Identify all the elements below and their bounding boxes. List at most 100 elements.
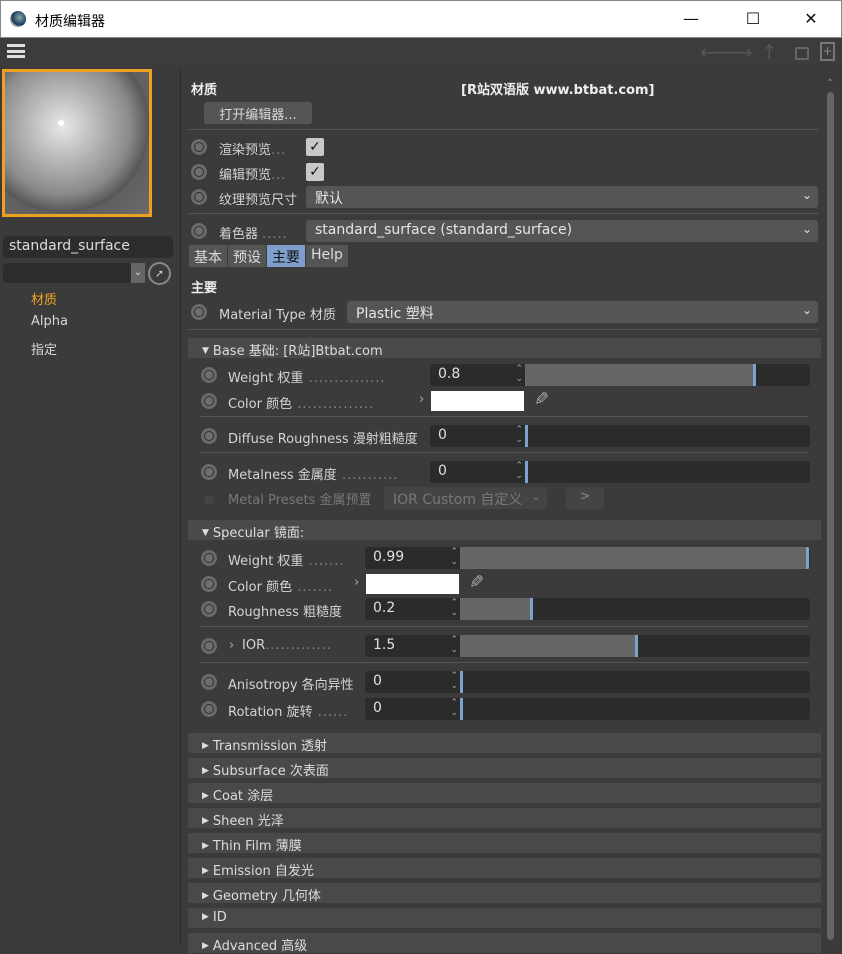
forward-arrow-icon[interactable]: ⟶ xyxy=(724,40,753,64)
specular-weight-number-field[interactable]: 0.99 ⌃ ⌄ xyxy=(365,547,460,569)
slider-handle[interactable] xyxy=(525,425,528,447)
pointer-picker-icon[interactable]: ➚ xyxy=(148,262,171,285)
scrollbar-thumb[interactable] xyxy=(827,92,834,940)
keyframe-radio[interactable] xyxy=(201,464,217,480)
spinner-arrows-icon[interactable]: ⌃ ⌄ xyxy=(450,698,458,718)
keyframe-radio[interactable] xyxy=(191,223,207,239)
material-type-dropdown[interactable]: Plastic 塑料 ⌄ xyxy=(347,301,818,323)
keyframe-radio[interactable] xyxy=(201,576,217,592)
chevron-down-icon[interactable]: ⌄ xyxy=(131,263,145,283)
base-weight-slider[interactable] xyxy=(525,364,810,386)
keyframe-radio[interactable] xyxy=(201,428,217,444)
keyframe-radio[interactable] xyxy=(201,367,217,383)
section-collapsed-header[interactable]: ▶ Subsurface 次表面 xyxy=(188,758,821,779)
keyframe-radio[interactable] xyxy=(201,674,217,690)
section-collapsed-header[interactable]: ▶ ID xyxy=(188,908,821,928)
ior-slider[interactable] xyxy=(460,635,810,657)
specular-roughness-number-field[interactable]: 0.2 ⌃ ⌄ xyxy=(365,598,460,620)
section-collapsed-header[interactable]: ▶ Thin Film 薄膜 xyxy=(188,833,821,854)
base-weight-number-field[interactable]: 0.8 ⌃ ⌄ xyxy=(430,364,525,386)
tab-bar: 基本 预设 主要 Help xyxy=(189,245,349,267)
keyframe-radio[interactable] xyxy=(191,164,207,180)
section-collapsed-header[interactable]: ▶ Emission 自发光 xyxy=(188,858,821,879)
app-logo-icon xyxy=(10,11,26,27)
expand-chevron-icon[interactable]: › xyxy=(419,392,424,407)
slider-handle[interactable] xyxy=(635,635,638,657)
specular-weight-slider[interactable] xyxy=(460,547,810,569)
new-panel-icon[interactable]: + xyxy=(820,42,835,61)
expand-chevron-icon[interactable]: › xyxy=(229,638,234,653)
spinner-arrows-icon[interactable]: ⌃ ⌄ xyxy=(450,547,458,567)
filter-input[interactable] xyxy=(3,263,131,283)
section-collapsed-header[interactable]: ▶ Coat 涂层 xyxy=(188,783,821,804)
label-text: 渲染预览 xyxy=(219,143,272,158)
anisotropy-slider[interactable] xyxy=(460,671,810,693)
maximize-button[interactable]: ☐ xyxy=(738,9,768,28)
hamburger-icon[interactable] xyxy=(7,44,25,58)
texture-size-dropdown[interactable]: 默认 ⌄ xyxy=(306,186,818,208)
eyedropper-icon[interactable]: ✎ xyxy=(534,389,549,410)
rotation-slider[interactable] xyxy=(460,698,810,720)
tab-main[interactable]: 主要 xyxy=(267,245,306,267)
keyframe-radio[interactable] xyxy=(191,304,207,320)
nav-item-alpha[interactable]: Alpha xyxy=(31,314,68,329)
keyframe-radio[interactable] xyxy=(201,701,217,717)
spinner-arrows-icon[interactable]: ⌃ ⌄ xyxy=(515,364,523,384)
spinner-arrows-icon[interactable]: ⌃ ⌄ xyxy=(515,461,523,481)
open-editor-button[interactable]: 打开编辑器... xyxy=(204,102,312,124)
keyframe-radio[interactable] xyxy=(201,393,217,409)
metalness-slider[interactable] xyxy=(525,461,810,483)
material-preview[interactable] xyxy=(2,69,152,217)
keyframe-radio[interactable] xyxy=(201,550,217,566)
chevron-down-icon: ⌄ xyxy=(801,303,812,317)
specular-color-swatch[interactable] xyxy=(366,574,459,594)
up-arrow-icon[interactable]: ↑ xyxy=(761,40,778,64)
keyframe-radio[interactable] xyxy=(191,139,207,155)
render-preview-checkbox[interactable]: ✓ xyxy=(306,138,324,156)
anisotropy-number-field[interactable]: 0 ⌃ ⌄ xyxy=(365,671,460,693)
keyframe-radio[interactable] xyxy=(201,638,217,654)
slider-handle[interactable] xyxy=(530,598,533,620)
metalness-number-field[interactable]: 0 ⌃ ⌄ xyxy=(430,461,525,483)
slider-handle[interactable] xyxy=(460,671,463,693)
edit-preview-checkbox[interactable]: ✓ xyxy=(306,163,324,181)
section-collapsed-header[interactable]: ▶ Advanced 高级 xyxy=(188,933,821,954)
diffuse-roughness-slider[interactable] xyxy=(525,425,810,447)
eyedropper-icon[interactable]: ✎ xyxy=(469,572,484,593)
specular-roughness-slider[interactable] xyxy=(460,598,810,620)
spinner-arrows-icon[interactable]: ⌃ ⌄ xyxy=(515,425,523,445)
shader-dropdown[interactable]: standard_surface (standard_surface) ⌄ xyxy=(306,220,818,242)
nav-item-assign[interactable]: 指定 xyxy=(31,339,57,358)
lock-icon[interactable] xyxy=(795,47,809,60)
section-specular-header[interactable]: ▼ Specular 镜面: xyxy=(188,520,821,541)
section-collapsed-header[interactable]: ▶ Sheen 光泽 xyxy=(188,808,821,829)
expand-chevron-icon[interactable]: › xyxy=(354,575,359,590)
tab-basic[interactable]: 基本 xyxy=(189,245,228,267)
diffuse-roughness-number-field[interactable]: 0 ⌃ ⌄ xyxy=(430,425,525,447)
section-collapsed-header[interactable]: ▶ Geometry 几何体 xyxy=(188,883,821,904)
section-base-header[interactable]: ▼ Base 基础: [R站]Btbat.com xyxy=(188,338,821,359)
slider-handle[interactable] xyxy=(753,364,756,386)
base-color-swatch[interactable] xyxy=(431,391,524,411)
slider-handle[interactable] xyxy=(460,698,463,720)
rotation-number-field[interactable]: 0 ⌃ ⌄ xyxy=(365,698,460,720)
ior-number-field[interactable]: 1.5 ⌃ ⌄ xyxy=(365,635,460,657)
left-panel: standard_surface ⌄ ➚ 材质 Alpha 指定 xyxy=(0,66,181,946)
nav-item-material[interactable]: 材质 xyxy=(31,289,57,308)
dropdown-value: IOR Custom 自定义 xyxy=(393,492,523,508)
slider-handle[interactable] xyxy=(525,461,528,483)
scrollbar[interactable]: ⌃ xyxy=(826,78,836,946)
minimize-button[interactable]: — xyxy=(676,9,706,28)
keyframe-radio[interactable] xyxy=(201,601,217,617)
spinner-arrows-icon[interactable]: ⌃ ⌄ xyxy=(450,635,458,655)
spinner-arrows-icon[interactable]: ⌃ ⌄ xyxy=(450,671,458,691)
close-button[interactable]: ✕ xyxy=(796,9,826,28)
spinner-arrows-icon[interactable]: ⌃ ⌄ xyxy=(450,598,458,618)
tab-help[interactable]: Help xyxy=(306,245,349,267)
section-collapsed-header[interactable]: ▶ Transmission 透射 xyxy=(188,733,821,754)
material-name-field[interactable]: standard_surface xyxy=(3,236,173,258)
scroll-up-icon[interactable]: ⌃ xyxy=(826,78,834,89)
slider-handle[interactable] xyxy=(806,547,809,569)
tab-preset[interactable]: 预设 xyxy=(228,245,267,267)
keyframe-radio[interactable] xyxy=(191,189,207,205)
